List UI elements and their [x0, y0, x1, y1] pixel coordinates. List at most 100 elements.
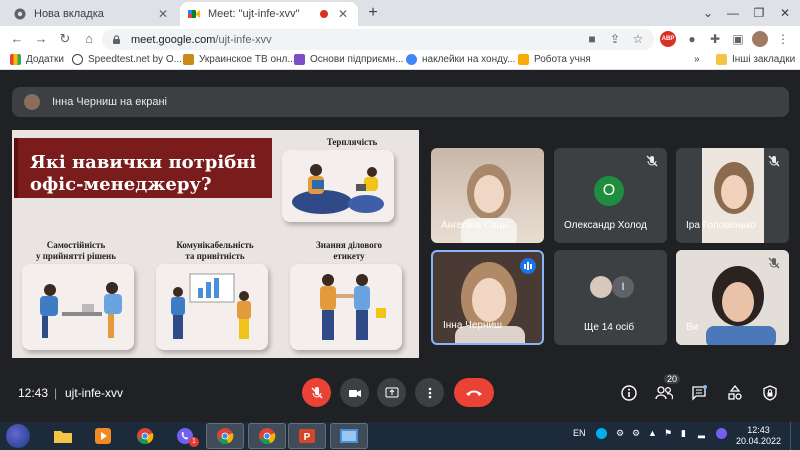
- activities-button[interactable]: [726, 384, 744, 402]
- tray-app-icon[interactable]: ⚙: [616, 428, 624, 439]
- close-tab-icon[interactable]: ✕: [336, 7, 350, 21]
- show-desktop-button[interactable]: [790, 422, 800, 450]
- illustration-card: [22, 264, 134, 350]
- participant-tile[interactable]: О Олександр Холод: [554, 148, 667, 243]
- windows-start-icon[interactable]: [6, 424, 30, 448]
- camera-toggle-button[interactable]: [340, 378, 369, 407]
- participant-name: Іра Головенько: [686, 220, 756, 231]
- chat-icon: [692, 385, 707, 401]
- taskbar-chrome[interactable]: [126, 423, 164, 449]
- home-icon[interactable]: ⌂: [80, 30, 98, 48]
- more-participants-tile[interactable]: І Ще 14 осіб: [554, 250, 667, 345]
- participants-button[interactable]: [655, 384, 673, 402]
- close-tab-icon[interactable]: ✕: [156, 7, 170, 21]
- tab-new-tab[interactable]: Нова вкладка ✕: [6, 2, 178, 26]
- tab-title: Нова вкладка: [34, 8, 104, 20]
- hang-up-icon: [466, 390, 482, 396]
- taskbar-powerpoint[interactable]: P: [288, 423, 326, 449]
- label-line: Знання ділового: [316, 240, 382, 250]
- tray-app-icon[interactable]: ⚙: [632, 428, 640, 439]
- skill-communication-label: Комунікабельність та привітність: [160, 240, 270, 262]
- chat-button[interactable]: [690, 384, 708, 402]
- side-panel-icon[interactable]: ▣: [730, 31, 746, 47]
- taskbar-chrome-window-1[interactable]: [206, 423, 244, 449]
- label-line: та привітність: [185, 251, 245, 261]
- adblock-icon[interactable]: ABP: [660, 31, 676, 47]
- extension-icon[interactable]: ●: [684, 31, 700, 47]
- taskbar-explorer[interactable]: [44, 423, 82, 449]
- leave-call-button[interactable]: [454, 378, 494, 407]
- tab-meet[interactable]: Meet: "ujt-infe-xvv" ✕: [180, 2, 358, 26]
- svg-text:P: P: [304, 432, 311, 443]
- camera-in-use-icon[interactable]: ■: [584, 31, 600, 47]
- puzzle-icon[interactable]: ✚: [707, 31, 723, 47]
- bookmark-ua-tv[interactable]: Украинское ТВ онл...: [183, 54, 296, 65]
- present-screen-button[interactable]: [377, 378, 406, 407]
- bookmark-star-icon[interactable]: ☆: [630, 31, 646, 47]
- mic-off-icon: [311, 386, 322, 398]
- forms-icon: [294, 54, 305, 65]
- bookmark-business[interactable]: Основи підприємн...: [294, 54, 403, 65]
- recording-indicator-icon: [320, 10, 328, 18]
- bookmark-stickers[interactable]: наклейки на хонду...: [406, 54, 515, 65]
- taskbar-viber[interactable]: 1: [166, 423, 204, 449]
- bookmark-apps[interactable]: Додатки: [10, 54, 64, 65]
- taskbar-chrome-window-2[interactable]: [248, 423, 286, 449]
- reload-icon[interactable]: ↻: [56, 30, 74, 48]
- action-center-icon[interactable]: ⚑: [664, 428, 672, 439]
- tv-icon: [183, 54, 194, 65]
- back-icon[interactable]: ←: [8, 30, 26, 48]
- reading-people-illustration: [292, 164, 384, 214]
- bookmark-speedtest[interactable]: Speedtest.net by O...: [72, 54, 182, 65]
- speedtest-icon: [72, 54, 83, 65]
- meeting-time: 12:43: [18, 386, 49, 400]
- host-controls-button[interactable]: [761, 384, 779, 402]
- taskbar-media-player[interactable]: [84, 423, 122, 449]
- bookmark-label: Додатки: [26, 54, 64, 65]
- lock-icon: [113, 35, 120, 44]
- bookmarks-more-label: »: [694, 54, 700, 65]
- participant-tile[interactable]: Ангеліна Соць: [431, 148, 544, 243]
- illustration-card: [156, 264, 268, 350]
- battery-icon[interactable]: ▮: [681, 428, 686, 439]
- tab-title: Meet: "ujt-infe-xvv": [208, 8, 300, 20]
- participant-tile-self[interactable]: Ви: [676, 250, 789, 345]
- bookmark-other[interactable]: Інші закладки: [716, 54, 795, 65]
- forward-icon[interactable]: →: [32, 30, 50, 48]
- participant-avatar: І: [612, 276, 634, 298]
- close-window-icon[interactable]: ✕: [770, 0, 800, 26]
- meeting-details-button[interactable]: [620, 384, 638, 402]
- participant-count-badge: 20: [664, 374, 681, 384]
- time-separator: |: [54, 386, 58, 400]
- tray-app-icon[interactable]: ▲: [648, 428, 657, 438]
- participant-tile-active-speaker[interactable]: Інна Черниш: [431, 250, 544, 345]
- bookmarks-more[interactable]: »: [694, 54, 700, 65]
- bookmark-student-work[interactable]: Робота учня: [518, 54, 591, 65]
- new-tab-button[interactable]: +: [364, 4, 382, 22]
- menu-icon[interactable]: ⋮: [775, 31, 791, 47]
- address-bar[interactable]: meet.google.com/ujt-infe-xvv: [102, 29, 654, 50]
- shield-lock-icon: [763, 385, 777, 401]
- url-host: meet.google.com: [131, 33, 216, 46]
- participant-avatar: [590, 276, 612, 298]
- shared-screen-slide[interactable]: Які навички потрібні офіс-менеджеру? Тер…: [12, 130, 419, 360]
- taskbar-image-viewer[interactable]: [330, 423, 368, 449]
- language-indicator[interactable]: EN: [573, 428, 586, 438]
- share-icon[interactable]: ⇪: [607, 31, 623, 47]
- apps-grid-icon: [10, 54, 21, 65]
- chrome-icon: [217, 428, 234, 445]
- viber-tray-icon[interactable]: [716, 428, 727, 439]
- clock-time: 12:43: [747, 425, 770, 435]
- media-player-icon: [95, 428, 111, 444]
- slide-title-box: Які навички потрібні офіс-менеджеру?: [14, 138, 272, 198]
- chrome-icon: [14, 8, 26, 20]
- profile-avatar[interactable]: [752, 31, 768, 47]
- skype-tray-icon[interactable]: [596, 428, 607, 439]
- participant-tile[interactable]: Іра Головенько: [676, 148, 789, 243]
- bookmark-label: Основи підприємн...: [310, 54, 404, 65]
- info-icon: [621, 385, 637, 401]
- taskbar-clock[interactable]: 12:43 20.04.2022: [736, 425, 781, 447]
- mic-toggle-button[interactable]: [302, 378, 331, 407]
- network-icon[interactable]: ▂: [698, 428, 705, 439]
- more-options-button[interactable]: [415, 378, 444, 407]
